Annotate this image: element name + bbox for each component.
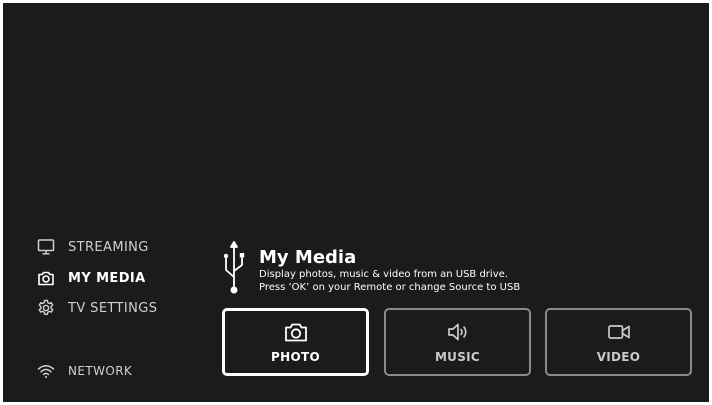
- video-camera-icon: [607, 324, 630, 339]
- tile-label: MUSIC: [434, 349, 481, 364]
- speaker-icon: [447, 323, 467, 340]
- menu-item-label: MY MEDIA: [68, 270, 146, 286]
- menu-item-my-media[interactable]: MY MEDIA: [37, 267, 146, 289]
- tile-label: VIDEO: [596, 349, 641, 364]
- photo-tile[interactable]: PHOTO: [222, 308, 369, 376]
- menu-item-label: NETWORK: [68, 364, 133, 378]
- tv-icon: [37, 238, 55, 256]
- wifi-icon: [37, 362, 55, 380]
- music-tile[interactable]: MUSIC: [384, 308, 531, 376]
- page-title: My Media: [259, 247, 357, 268]
- media-screen: STREAMING MY MEDIA TV SETTINGS NETWORK M…: [3, 3, 709, 402]
- camera-icon: [37, 269, 55, 287]
- menu-item-label: STREAMING: [68, 239, 149, 255]
- camera-icon: [284, 323, 307, 341]
- menu-item-tv-settings[interactable]: TV SETTINGS: [37, 297, 157, 319]
- tile-label: PHOTO: [271, 349, 320, 364]
- menu-item-label: TV SETTINGS: [68, 300, 158, 316]
- description-line-2: Press ‘OK’ on your Remote or change Sour…: [259, 282, 521, 293]
- menu-item-network[interactable]: NETWORK: [37, 360, 132, 382]
- gear-icon: [37, 299, 55, 317]
- description-line-1: Display photos, music & video from an US…: [259, 269, 508, 280]
- menu-item-streaming[interactable]: STREAMING: [37, 236, 149, 258]
- video-tile[interactable]: VIDEO: [545, 308, 692, 376]
- panel-description: Display photos, music & video from an US…: [259, 268, 520, 294]
- usb-icon: [223, 241, 245, 294]
